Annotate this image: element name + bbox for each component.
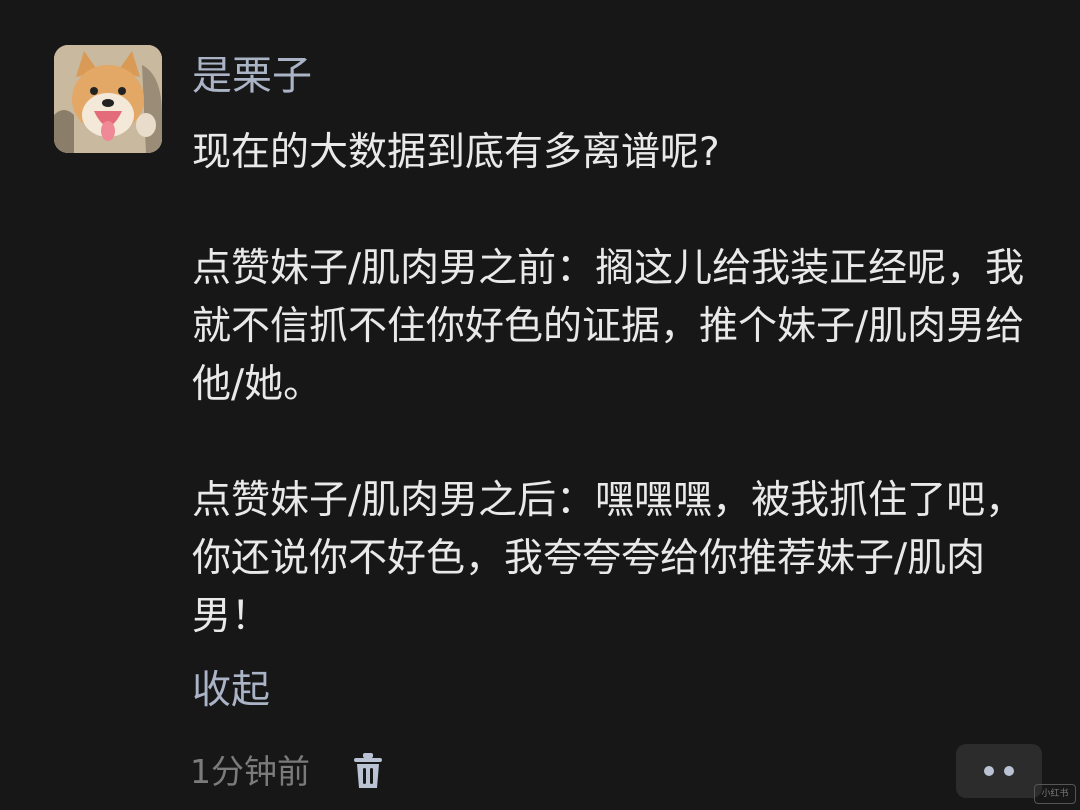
- comment-paragraph: 点赞妹子/肌肉男之前：搁这儿给我装正经呢，我就不信抓不住你好色的证据，推个妹子/…: [192, 246, 1025, 407]
- more-dots-icon: [984, 766, 994, 776]
- avatar[interactable]: [54, 45, 162, 153]
- trash-icon[interactable]: [352, 752, 384, 790]
- watermark: 小红书: [1034, 784, 1076, 804]
- timestamp: 1分钟前: [190, 752, 310, 791]
- more-options-button[interactable]: [956, 744, 1042, 798]
- more-dots-icon: [1004, 766, 1014, 776]
- shiba-dog-avatar-icon: [54, 45, 162, 153]
- comment-paragraph: 现在的大数据到底有多离谱呢?: [192, 130, 720, 175]
- comment-body: 现在的大数据到底有多离谱呢? 点赞妹子/肌肉男之前：搁这儿给我装正经呢，我就不信…: [192, 124, 1052, 646]
- comment-paragraph: 点赞妹子/肌肉男之后：嘿嘿嘿，被我抓住了吧，你还说你不好色，我夸夸夸给你推荐妹子…: [192, 478, 1025, 639]
- username[interactable]: 是栗子: [192, 52, 312, 100]
- collapse-button[interactable]: 收起: [192, 664, 270, 718]
